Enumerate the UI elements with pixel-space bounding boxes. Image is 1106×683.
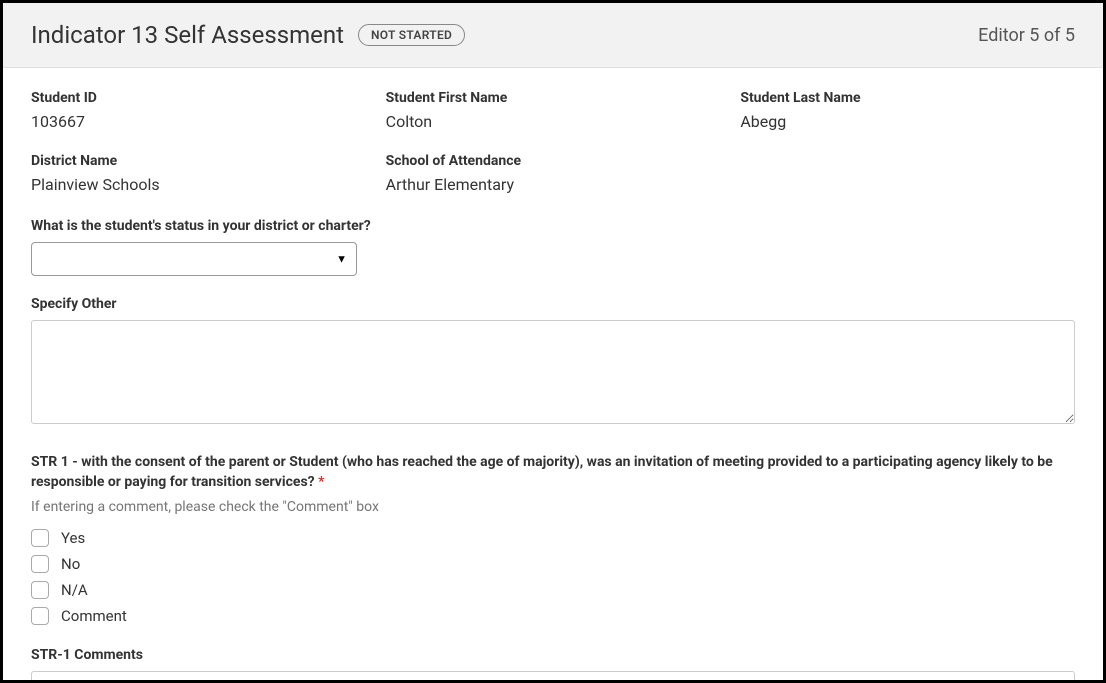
str1-checkbox-group: Yes No N/A Comment <box>31 529 1075 625</box>
str1-question-text: STR 1 - with the consent of the parent o… <box>31 454 1053 490</box>
str1-helper-text: If entering a comment, please check the … <box>31 499 1075 515</box>
app-frame: Indicator 13 Self Assessment NOT STARTED… <box>0 0 1106 683</box>
school-label: School of Attendance <box>386 153 721 169</box>
required-indicator: * <box>318 474 324 490</box>
checkbox-row-no[interactable]: No <box>31 555 1075 573</box>
student-first-name-label: Student First Name <box>386 90 721 106</box>
status-select[interactable] <box>31 242 357 276</box>
checkbox-yes[interactable] <box>31 529 49 547</box>
status-question-label: What is the student's status in your dis… <box>31 218 1075 234</box>
checkbox-row-comment[interactable]: Comment <box>31 607 1075 625</box>
checkbox-yes-label: Yes <box>61 529 85 547</box>
str1-comments-input[interactable] <box>31 671 1075 683</box>
district-name-label: District Name <box>31 153 366 169</box>
checkbox-na-label: N/A <box>61 581 88 599</box>
school-field: School of Attendance Arthur Elementary <box>386 153 721 194</box>
empty-cell <box>740 153 1075 194</box>
student-first-name-field: Student First Name Colton <box>386 90 721 131</box>
str1-question: STR 1 - with the consent of the parent o… <box>31 452 1075 493</box>
str1-comments-label: STR-1 Comments <box>31 647 1075 663</box>
header-bar: Indicator 13 Self Assessment NOT STARTED… <box>3 3 1103 68</box>
student-first-name-value: Colton <box>386 112 721 131</box>
student-id-field: Student ID 103667 <box>31 90 366 131</box>
checkbox-row-na[interactable]: N/A <box>31 581 1075 599</box>
student-last-name-value: Abegg <box>740 112 1075 131</box>
checkbox-no-label: No <box>61 555 80 573</box>
content-area: Student ID 103667 Student First Name Col… <box>3 68 1103 683</box>
checkbox-no[interactable] <box>31 555 49 573</box>
checkbox-comment[interactable] <box>31 607 49 625</box>
student-id-label: Student ID <box>31 90 366 106</box>
checkbox-comment-label: Comment <box>61 607 127 625</box>
editor-count: Editor 5 of 5 <box>978 25 1075 46</box>
student-info-grid: Student ID 103667 Student First Name Col… <box>31 90 1075 194</box>
checkbox-na[interactable] <box>31 581 49 599</box>
status-badge: NOT STARTED <box>358 24 465 46</box>
header-left: Indicator 13 Self Assessment NOT STARTED <box>31 21 465 49</box>
checkbox-row-yes[interactable]: Yes <box>31 529 1075 547</box>
status-select-wrap: ▼ <box>31 242 357 276</box>
specify-other-label: Specify Other <box>31 296 1075 312</box>
str1-block: STR 1 - with the consent of the parent o… <box>31 452 1075 683</box>
student-id-value: 103667 <box>31 112 366 131</box>
student-last-name-field: Student Last Name Abegg <box>740 90 1075 131</box>
specify-other-block: Specify Other <box>31 296 1075 428</box>
school-value: Arthur Elementary <box>386 175 721 194</box>
status-question-block: What is the student's status in your dis… <box>31 218 1075 276</box>
page-title: Indicator 13 Self Assessment <box>31 21 344 49</box>
district-name-field: District Name Plainview Schools <box>31 153 366 194</box>
student-last-name-label: Student Last Name <box>740 90 1075 106</box>
specify-other-textarea[interactable] <box>31 320 1075 424</box>
district-name-value: Plainview Schools <box>31 175 366 194</box>
